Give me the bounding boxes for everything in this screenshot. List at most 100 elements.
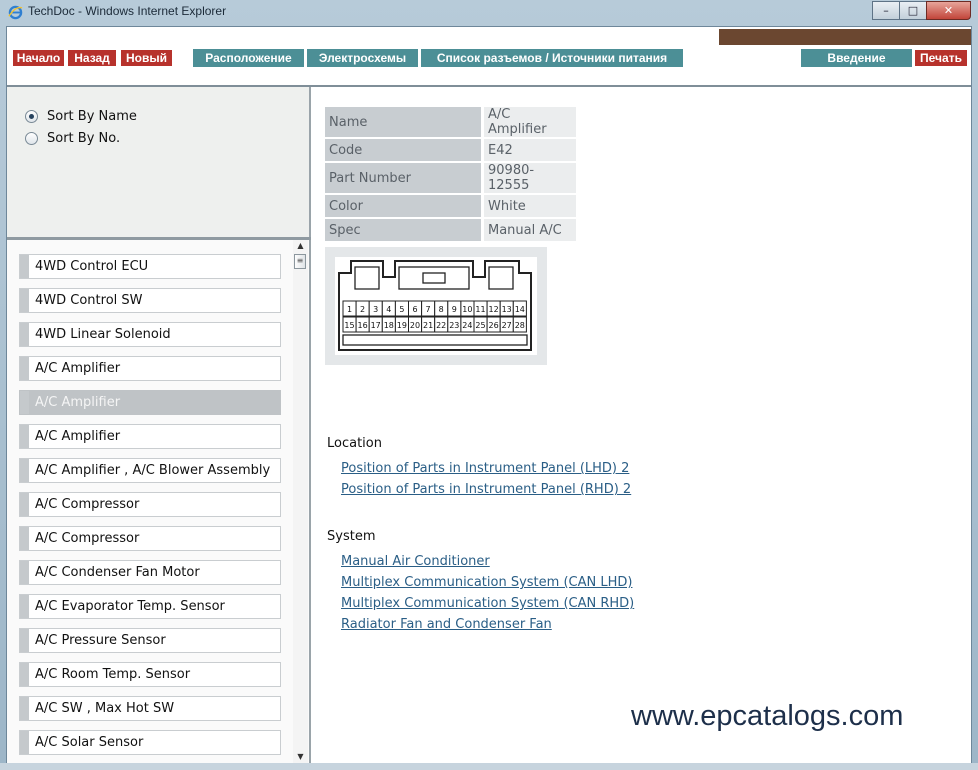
list-item-label: A/C Amplifier: [35, 361, 121, 376]
info-row: Name A/C Amplifier: [325, 107, 576, 137]
new-button[interactable]: Новый: [120, 49, 173, 67]
list-item-marker: [20, 561, 29, 584]
maximize-button[interactable]: □: [899, 1, 927, 20]
list-item-marker: [20, 289, 29, 312]
connector-pin-number: 17: [371, 321, 381, 330]
connector-pin-number: 8: [439, 305, 444, 314]
list-item[interactable]: 4WD Linear Solenoid: [19, 322, 281, 347]
connector-pin-number: 11: [475, 305, 485, 314]
wiring-button[interactable]: Электросхемы: [307, 49, 418, 67]
connector-pin-number: 18: [384, 321, 394, 330]
radio-empty-icon[interactable]: [25, 132, 38, 145]
connector-pin-number: 25: [475, 321, 485, 330]
list-item-label: A/C Compressor: [35, 531, 140, 546]
list-item[interactable]: A/C Evaporator Temp. Sensor: [19, 594, 281, 619]
system-heading: System: [327, 529, 376, 544]
sort-by-name-option[interactable]: Sort By Name: [25, 109, 137, 124]
connector-diagram: 1 2 3 4 5 6 7 8 9 10 11 12 13 14 15 16 17 18 19 20 21 22 23 24 2…: [325, 247, 547, 365]
connector-pin-number: 23: [449, 321, 459, 330]
list-item[interactable]: A/C Amplifier: [19, 356, 281, 381]
list-item[interactable]: A/C Compressor: [19, 492, 281, 517]
connector-pin-number: 7: [426, 305, 431, 314]
scroll-thumb[interactable]: ≡: [294, 254, 306, 269]
info-key: Name: [325, 107, 481, 137]
list-item-label: A/C Room Temp. Sensor: [35, 667, 191, 682]
connector-pin-number: 20: [410, 321, 420, 330]
back-button[interactable]: Назад: [67, 49, 117, 67]
intro-button[interactable]: Введение: [801, 49, 912, 67]
list-item[interactable]: A/C Pressure Sensor: [19, 628, 281, 653]
list-item-label: A/C Amplifier: [35, 395, 121, 410]
system-link[interactable]: Multiplex Communication System (CAN RHD): [341, 596, 634, 611]
page-content: Начало Назад Новый Расположение Электрос…: [6, 26, 972, 764]
list-item[interactable]: A/C SW , Max Hot SW: [19, 696, 281, 721]
list-item-label: 4WD Control ECU: [35, 259, 149, 274]
list-item[interactable]: A/C Amplifier: [19, 390, 281, 415]
list-item-marker: [20, 629, 29, 652]
location-button[interactable]: Расположение: [193, 49, 304, 67]
list-item-marker: [20, 595, 29, 618]
close-button[interactable]: ✕: [926, 1, 971, 20]
radio-selected-icon[interactable]: [25, 110, 38, 123]
list-item-label: A/C SW , Max Hot SW: [35, 701, 175, 716]
system-link[interactable]: Multiplex Communication System (CAN LHD): [341, 575, 632, 590]
scroll-down-icon[interactable]: ▼: [293, 751, 308, 763]
sort-by-number-option[interactable]: Sort By No.: [25, 131, 120, 146]
list-item-label: A/C Pressure Sensor: [35, 633, 166, 648]
toolbar: Начало Назад Новый Расположение Электрос…: [7, 27, 971, 87]
location-link[interactable]: Position of Parts in Instrument Panel (L…: [341, 461, 629, 476]
location-link[interactable]: Position of Parts in Instrument Panel (R…: [341, 482, 631, 497]
list-item[interactable]: A/C Amplifier: [19, 424, 281, 449]
connector-pin-number: 4: [386, 305, 391, 314]
status-bar: [0, 763, 978, 770]
list-item-marker: [20, 255, 29, 278]
watermark: www.epcatalogs.com: [631, 700, 904, 732]
list-item-label: A/C Amplifier: [35, 429, 121, 444]
connector-pin-number: 9: [452, 305, 457, 314]
info-key: Spec: [325, 219, 481, 241]
scrollbar[interactable]: ▲ ≡ ▼: [293, 240, 308, 763]
header-bar: [719, 29, 971, 45]
list-item-label: A/C Amplifier , A/C Blower Assembly: [35, 463, 271, 478]
list-item[interactable]: A/C Amplifier , A/C Blower Assembly: [19, 458, 281, 483]
connector-pin-number: 14: [515, 305, 525, 314]
minimize-button[interactable]: –: [872, 1, 900, 20]
connector-pin-number: 16: [358, 321, 368, 330]
list-item[interactable]: A/C Condenser Fan Motor: [19, 560, 281, 585]
list-item-marker: [20, 527, 29, 550]
system-link[interactable]: Radiator Fan and Condenser Fan: [341, 617, 552, 632]
connector-pin-number: 3: [373, 305, 378, 314]
connector-pin-number: 26: [489, 321, 499, 330]
home-button[interactable]: Начало: [12, 49, 65, 67]
detail-panel: Name A/C Amplifier Code E42 Part Number 90980…: [313, 87, 971, 763]
left-panel: Sort By Name Sort By No. 4WD Control ECU…: [7, 87, 311, 763]
info-row: Part Number 90980-12555: [325, 163, 576, 193]
list-item[interactable]: A/C Solar Sensor: [19, 730, 281, 755]
info-value: Manual A/C: [481, 219, 576, 241]
connector-pin-number: 28: [515, 321, 525, 330]
list-item[interactable]: A/C Room Temp. Sensor: [19, 662, 281, 687]
info-value: A/C Amplifier: [481, 107, 576, 137]
list-item-label: A/C Solar Sensor: [35, 735, 144, 750]
info-row: Spec Manual A/C: [325, 219, 576, 241]
list-item[interactable]: A/C Compressor: [19, 526, 281, 551]
location-heading: Location: [327, 436, 382, 451]
system-link[interactable]: Manual Air Conditioner: [341, 554, 490, 569]
connector-pin-number: 12: [489, 305, 499, 314]
component-info-table: Name A/C Amplifier Code E42 Part Number 90980…: [325, 105, 576, 243]
list-item-marker: [20, 731, 29, 754]
sort-by-number-label: Sort By No.: [47, 131, 121, 146]
window-title: TechDoc - Windows Internet Explorer: [28, 4, 227, 18]
list-item[interactable]: 4WD Control ECU: [19, 254, 281, 279]
list-item-marker: [20, 425, 29, 448]
info-row: Code E42: [325, 139, 576, 161]
connectors-button[interactable]: Список разъемов / Источники питания: [421, 49, 683, 67]
list-item[interactable]: 4WD Control SW: [19, 288, 281, 313]
connector-pin-number: 5: [399, 305, 404, 314]
scroll-up-icon[interactable]: ▲: [293, 240, 308, 252]
connector-pin-number: 2: [360, 305, 365, 314]
info-value: 90980-12555: [481, 163, 576, 193]
list-item-marker: [20, 459, 29, 482]
title-bar: TechDoc - Windows Internet Explorer – □ …: [0, 0, 978, 24]
print-button[interactable]: Печать: [914, 49, 968, 67]
